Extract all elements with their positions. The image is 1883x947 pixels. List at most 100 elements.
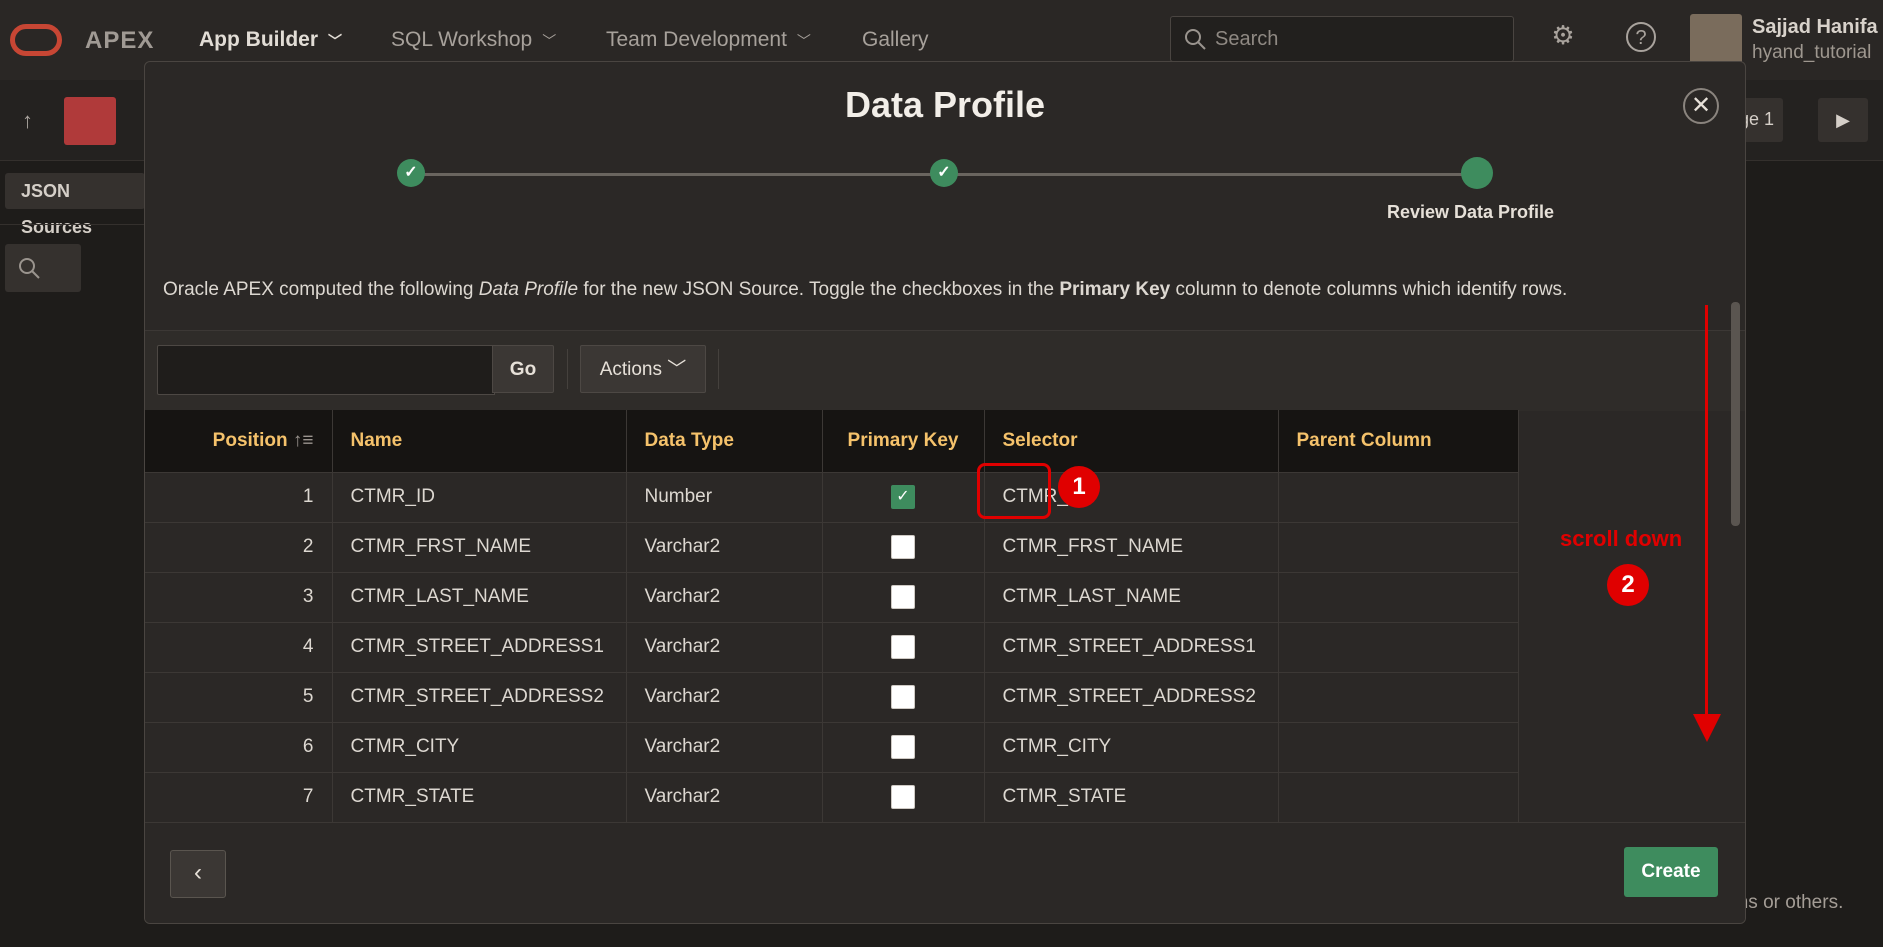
column-header-parent-column[interactable]: Parent Column (1278, 410, 1519, 473)
primary-key-checkbox[interactable] (891, 735, 915, 759)
run-page-icon[interactable]: ▶ (1818, 98, 1868, 142)
dialog-scrollbar[interactable] (1731, 302, 1740, 526)
selector-cell: CTMR_LAST_NAME (984, 572, 1279, 623)
column-header-data-type[interactable]: Data Type (626, 410, 823, 473)
primary-key-checkbox[interactable] (891, 535, 915, 559)
app-icon[interactable] (64, 97, 116, 145)
primary-key-checkbox[interactable] (891, 585, 915, 609)
selector-cell: CTMR_STATE (984, 772, 1279, 823)
parent-column-cell (1278, 622, 1519, 673)
intro-text: Oracle APEX computed the following Data … (163, 279, 1568, 300)
table-row[interactable]: 6 CTMR_CITY Varchar2 CTMR_CITY (145, 722, 1519, 773)
wizard-step-completed: ✓ (397, 159, 425, 187)
data-type-cell: Varchar2 (626, 672, 823, 723)
previous-step-button[interactable]: ‹ (170, 850, 226, 898)
primary-key-cell (822, 622, 985, 673)
name-cell: CTMR_LAST_NAME (332, 572, 627, 623)
search-menu-button[interactable] (5, 244, 81, 292)
selector-cell: CTMR_STREET_ADDRESS2 (984, 672, 1279, 723)
name-cell: CTMR_CITY (332, 722, 627, 773)
current-step-label: Review Data Profile (1387, 202, 1555, 222)
data-type-cell: Varchar2 (626, 722, 823, 773)
parent-column-cell (1278, 672, 1519, 723)
annotation-marker-1: 1 (1058, 466, 1100, 508)
table-row[interactable]: 4 CTMR_STREET_ADDRESS1 Varchar2 CTMR_STR… (145, 622, 1519, 673)
search-icon (19, 258, 40, 279)
primary-key-checkbox[interactable]: ✓ (891, 485, 915, 509)
primary-key-cell: ✓ (822, 472, 985, 523)
grid-toolbar: Go Actions ﹀ (145, 330, 1745, 411)
primary-key-checkbox[interactable] (891, 635, 915, 659)
primary-key-cell (822, 672, 985, 723)
primary-key-cell (822, 772, 985, 823)
annotation-arrow-line (1705, 305, 1708, 725)
up-arrow-icon[interactable]: ↑ (22, 108, 33, 134)
wizard-progress-line (411, 173, 944, 176)
developer-tools-icon[interactable]: ⚙ (1545, 20, 1581, 56)
position-cell: 6 (145, 722, 333, 773)
data-profile-dialog: Data Profile ✕ ✓ ✓ Review Data Profile O… (144, 61, 1746, 924)
create-button[interactable]: Create (1624, 847, 1718, 897)
parent-column-cell (1278, 522, 1519, 573)
chevron-down-icon: ﹀ (796, 33, 811, 49)
primary-key-checkbox[interactable] (891, 685, 915, 709)
name-cell: CTMR_STREET_ADDRESS1 (332, 622, 627, 673)
annotation-arrow-down-icon (1693, 714, 1721, 742)
divider (567, 349, 568, 389)
nav-team-development[interactable]: Team Development ﹀ (606, 28, 811, 52)
data-type-cell: Varchar2 (626, 772, 823, 823)
table-row[interactable]: 1 CTMR_ID Number ✓ CTMR_ID (145, 472, 1519, 523)
user-name[interactable]: Sajjad Hanifa (1752, 16, 1878, 39)
svg-text:?: ? (1635, 27, 1646, 49)
go-button[interactable]: Go (492, 345, 554, 393)
table-row[interactable]: 5 CTMR_STREET_ADDRESS2 Varchar2 CTMR_STR… (145, 672, 1519, 723)
primary-key-checkbox[interactable] (891, 785, 915, 809)
name-cell: CTMR_ID (332, 472, 627, 523)
data-type-cell: Varchar2 (626, 622, 823, 673)
avatar[interactable] (1690, 14, 1742, 64)
tab-json-sources[interactable]: JSON Sources (5, 173, 145, 237)
actions-menu-button[interactable]: Actions ﹀ (580, 345, 706, 393)
annotation-highlight-box (977, 463, 1051, 519)
table-row[interactable]: 3 CTMR_LAST_NAME Varchar2 CTMR_LAST_NAME (145, 572, 1519, 623)
annotation-marker-2: 2 (1607, 564, 1649, 606)
parent-column-cell (1278, 722, 1519, 773)
name-cell: CTMR_STATE (332, 772, 627, 823)
column-header-primary-key[interactable]: Primary Key (822, 410, 985, 473)
table-row[interactable]: 7 CTMR_STATE Varchar2 CTMR_STATE (145, 772, 1519, 823)
data-type-cell: Varchar2 (626, 572, 823, 623)
selector-cell: CTMR_FRST_NAME (984, 522, 1279, 573)
help-icon[interactable]: ? (1623, 20, 1659, 56)
nav-gallery[interactable]: Gallery (862, 28, 929, 52)
parent-column-cell (1278, 772, 1519, 823)
position-cell: 1 (145, 472, 333, 523)
nav-sql-workshop[interactable]: SQL Workshop ﹀ (391, 28, 556, 52)
data-type-cell: Number (626, 472, 823, 523)
sort-ascending-icon: ↑≡ (292, 429, 314, 451)
grid-search-input[interactable] (157, 345, 495, 395)
wizard-progress-line (944, 173, 1476, 176)
divider (0, 224, 144, 225)
column-header-name[interactable]: Name (332, 410, 627, 473)
close-icon[interactable]: ✕ (1683, 88, 1719, 124)
oracle-logo-icon[interactable] (10, 24, 62, 56)
parent-column-cell (1278, 472, 1519, 523)
search-input[interactable]: Search (1170, 16, 1514, 62)
user-workspace: hyand_tutorial (1752, 42, 1872, 63)
divider (718, 349, 719, 389)
parent-column-cell (1278, 572, 1519, 623)
apex-brand[interactable]: APEX (85, 27, 154, 55)
primary-key-cell (822, 722, 985, 773)
wizard-step-current (1461, 157, 1493, 189)
column-header-position[interactable]: Position ↑≡ (145, 410, 333, 473)
primary-key-cell (822, 522, 985, 573)
nav-app-builder[interactable]: App Builder ﹀ (199, 28, 342, 52)
dialog-title: Data Profile (844, 84, 1046, 125)
name-cell: CTMR_STREET_ADDRESS2 (332, 672, 627, 723)
table-row[interactable]: 2 CTMR_FRST_NAME Varchar2 CTMR_FRST_NAME (145, 522, 1519, 573)
primary-key-cell (822, 572, 985, 623)
name-cell: CTMR_FRST_NAME (332, 522, 627, 573)
dialog-footer: ‹ Create (145, 822, 1745, 923)
selector-cell: CTMR_CITY (984, 722, 1279, 773)
selector-cell: CTMR_STREET_ADDRESS1 (984, 622, 1279, 673)
